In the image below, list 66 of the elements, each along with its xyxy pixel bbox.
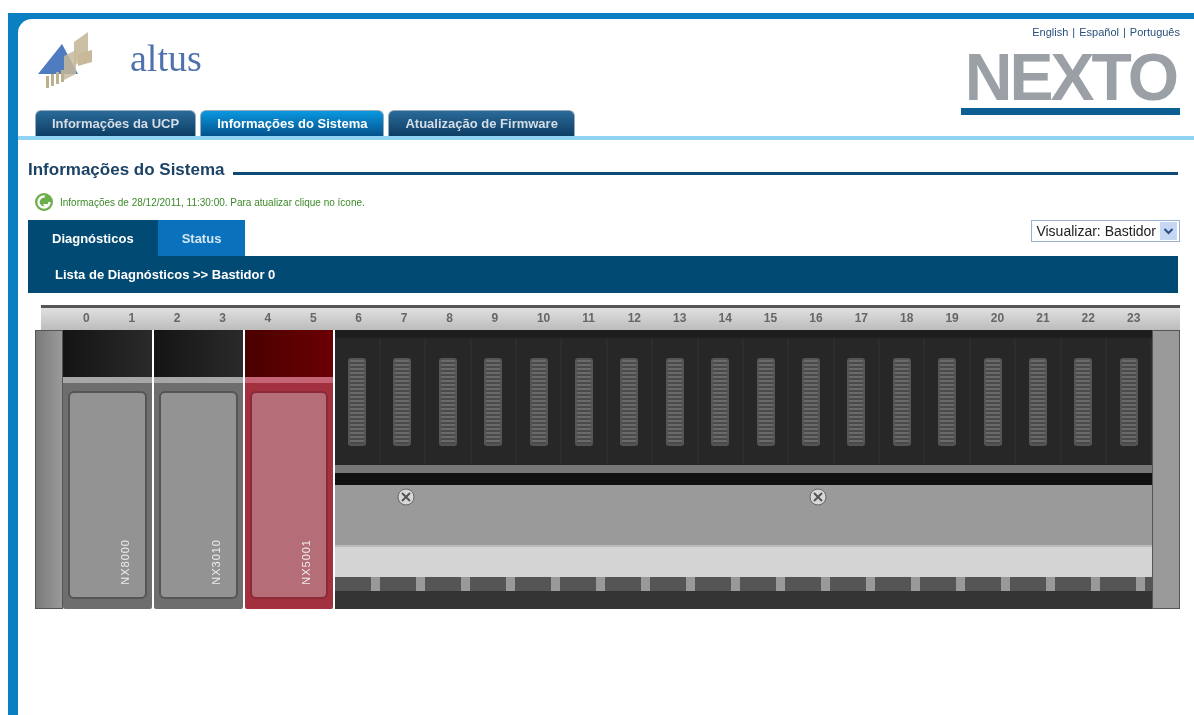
empty-slot[interactable]	[516, 338, 563, 465]
empty-slot[interactable]	[789, 338, 835, 465]
slot-number: 1	[127, 310, 137, 327]
module-label: NX8000	[118, 539, 131, 585]
refresh-icon[interactable]	[34, 192, 54, 212]
empty-slot[interactable]	[471, 338, 517, 465]
slot-number: 0	[82, 310, 91, 327]
slot-number: 23	[1126, 310, 1142, 327]
slot-number: 16	[808, 310, 824, 327]
empty-slot[interactable]	[335, 338, 381, 465]
module-label: NX3010	[209, 539, 222, 585]
slot-number: 21	[1035, 310, 1051, 327]
language-link[interactable]: Español	[1079, 26, 1119, 38]
empty-slot[interactable]	[698, 338, 744, 465]
slot-number: 9	[490, 310, 500, 327]
screw-icon	[397, 488, 416, 506]
breadcrumb: Lista de Diagnósticos >> Bastidor 0	[55, 267, 276, 282]
empty-slot[interactable]	[1107, 338, 1153, 465]
slot-number: 7	[399, 310, 409, 327]
empty-slot[interactable]	[1061, 338, 1108, 465]
info-message: Informações de 28/12/2011, 11:30:00. Para atualizar clique no ícone.	[60, 196, 365, 208]
slot-number: 17	[853, 310, 869, 327]
empty-slot[interactable]	[880, 338, 926, 465]
view-select[interactable]: Visualizar: Bastidor	[1031, 220, 1180, 242]
chevron-down-icon	[1160, 222, 1177, 240]
module-label: NX5001	[300, 539, 313, 585]
slot-number: 15	[762, 310, 779, 327]
nav-tab[interactable]: Atualização de Firmware	[388, 110, 575, 136]
empty-slot[interactable]	[380, 338, 427, 465]
sub-tab[interactable]: Diagnósticos	[28, 220, 158, 256]
empty-slot[interactable]	[653, 338, 699, 465]
slot-number: 20	[989, 310, 1006, 327]
empty-slot[interactable]	[970, 338, 1017, 465]
slot-number: 12	[626, 310, 643, 327]
rack-module[interactable]: NX5001	[244, 330, 334, 609]
slot-number: 2	[172, 310, 182, 327]
slot-number: 3	[218, 310, 227, 327]
product-logo: NEXTO	[960, 46, 1180, 115]
slot-number: 18	[899, 310, 915, 327]
nav-tab[interactable]: Informações da UCP	[35, 110, 197, 136]
slot-number: 22	[1080, 310, 1096, 327]
language-link[interactable]: Português	[1129, 26, 1180, 38]
slot-number: 8	[445, 310, 454, 327]
slot-number: 6	[354, 310, 364, 327]
empty-slot[interactable]	[743, 338, 790, 465]
screw-icon	[809, 488, 828, 506]
section-title: Informações do Sistema	[28, 160, 225, 180]
slot-number: 10	[535, 310, 552, 327]
slot-number: 5	[308, 310, 318, 327]
empty-slot[interactable]	[925, 338, 971, 465]
empty-slot[interactable]	[426, 338, 472, 465]
brand-name: altus	[130, 36, 202, 80]
separator-text: |	[1072, 26, 1076, 38]
nav-tab[interactable]: Informações do Sistema	[200, 110, 385, 136]
slot-number: 19	[944, 310, 960, 327]
empty-slot[interactable]	[562, 338, 608, 465]
empty-slot[interactable]	[1016, 338, 1062, 465]
slot-number: 14	[717, 310, 733, 327]
language-link[interactable]: English	[1032, 26, 1069, 38]
slot-number: 11	[581, 310, 596, 327]
empty-slot[interactable]	[834, 338, 881, 465]
separator-text: |	[1123, 26, 1126, 38]
empty-slot[interactable]	[607, 338, 654, 465]
slot-number: 13	[672, 310, 688, 327]
slot-number: 4	[263, 310, 273, 327]
sub-tab[interactable]: Status	[157, 220, 246, 256]
